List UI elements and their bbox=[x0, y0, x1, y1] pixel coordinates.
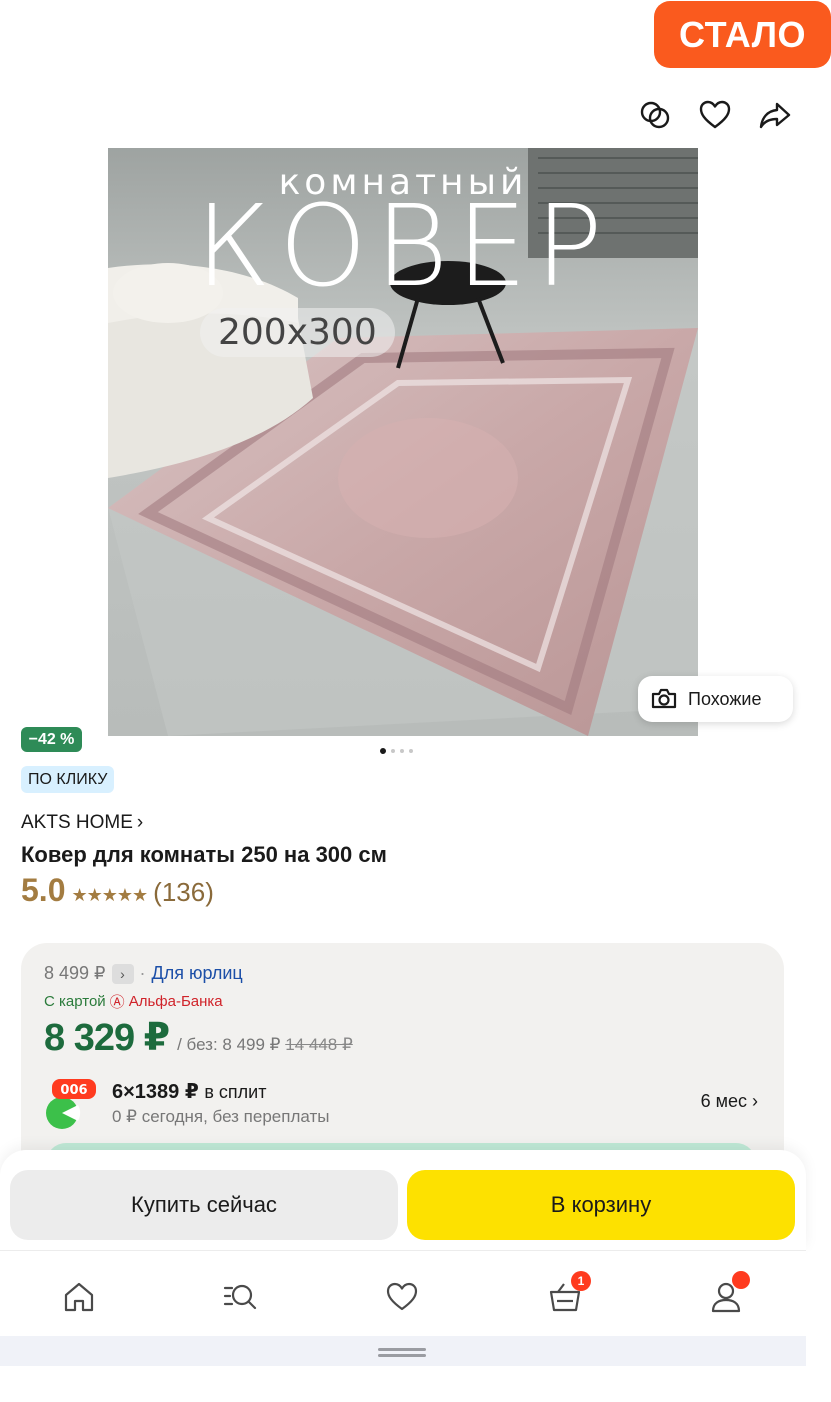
gallery-dot-active[interactable] bbox=[380, 748, 386, 754]
alfa-bank-icon: Ⓐ bbox=[109, 994, 125, 1011]
legal-entities-link[interactable]: Для юрлиц bbox=[152, 963, 243, 984]
status-badge-stalo: СТАЛО bbox=[654, 1, 831, 68]
split-months-selector[interactable]: 6 мес › bbox=[701, 1091, 758, 1112]
tab-catalog[interactable] bbox=[220, 1277, 260, 1317]
reviews-count[interactable]: (136) bbox=[153, 877, 214, 908]
bank-card-offer[interactable]: С картой Ⓐ Альфа-Банка bbox=[44, 991, 223, 1012]
price-line-1: 8 499 ₽ › · Для юрлиц bbox=[44, 963, 243, 984]
hero-size-label: 200x300 bbox=[200, 308, 395, 357]
regular-price: 8 499 ₽ bbox=[44, 963, 106, 983]
product-title: Ковер для комнаты 250 на 300 см bbox=[21, 842, 387, 867]
favorites-icon bbox=[386, 1282, 418, 1311]
brand-name: AKTS HOME bbox=[21, 812, 133, 833]
rating-row[interactable]: 5.0 ★★★★★ (136) bbox=[21, 872, 214, 909]
favorite-button[interactable] bbox=[696, 96, 734, 134]
hero-title: КОВЕР bbox=[195, 182, 611, 312]
chevron-right-icon: › bbox=[752, 1091, 758, 1111]
split-logo-icon: 006 bbox=[46, 1079, 96, 1129]
tab-cart[interactable]: 1 bbox=[545, 1271, 591, 1317]
bank-card-label: С картой bbox=[44, 993, 106, 1010]
gallery-pagination bbox=[380, 748, 413, 754]
split-subtitle: 0 ₽ сегодня, без переплаты bbox=[112, 1107, 330, 1126]
home-indicator-icon[interactable] bbox=[378, 1348, 426, 1357]
rating-value: 5.0 bbox=[21, 872, 66, 908]
split-badge-text: 006 bbox=[60, 1083, 87, 1098]
card-price: 8 329 ₽ bbox=[44, 1017, 170, 1059]
price-main-row: 8 329 ₽ / без: 8 499 ₽ 14 448 ₽ bbox=[44, 1015, 353, 1060]
compare-button[interactable] bbox=[636, 96, 674, 134]
chevron-right-icon: › bbox=[136, 812, 144, 833]
click-promo-badge: ПО КЛИКУ bbox=[21, 766, 115, 793]
crossed-price: 14 448 ₽ bbox=[285, 1035, 353, 1054]
add-to-cart-button[interactable]: В корзину bbox=[407, 1170, 795, 1240]
price-without-card: / без: 8 499 ₽ 14 448 ₽ bbox=[177, 1035, 353, 1055]
discount-badge: −42 % bbox=[21, 727, 82, 752]
product-actions bbox=[636, 96, 794, 134]
rating-stars-icon: ★★★★★ bbox=[71, 885, 148, 905]
similar-button-label: Похожие bbox=[688, 688, 762, 709]
share-icon bbox=[759, 102, 791, 129]
similar-button[interactable]: Похожие bbox=[638, 676, 793, 722]
home-icon bbox=[64, 1282, 94, 1312]
split-suffix: в сплит bbox=[204, 1082, 267, 1102]
gallery-dot[interactable] bbox=[391, 749, 395, 753]
gallery-dot[interactable] bbox=[409, 749, 413, 753]
split-payment: 6×1389 ₽ в сплит bbox=[112, 1079, 266, 1104]
tab-home[interactable] bbox=[59, 1277, 99, 1317]
purchase-actions-bar: Купить сейчас В корзину bbox=[0, 1150, 806, 1250]
product-image[interactable]: комнатный КОВЕР 200x300 bbox=[108, 148, 698, 736]
price-details-chevron-icon[interactable]: › bbox=[111, 963, 134, 984]
split-months-label: 6 мес bbox=[700, 1091, 747, 1111]
compare-icon bbox=[640, 101, 670, 129]
bank-name: Альфа-Банка bbox=[128, 993, 223, 1010]
share-button[interactable] bbox=[756, 96, 794, 134]
camera-search-icon bbox=[651, 688, 677, 709]
catalog-search-icon bbox=[223, 1284, 257, 1310]
tab-favorites[interactable] bbox=[382, 1277, 422, 1317]
split-installment-row[interactable]: 006 6×1389 ₽ в сплит 0 ₽ сегодня, без пе… bbox=[44, 1075, 764, 1135]
bottom-navigation: 1 bbox=[0, 1250, 806, 1336]
without-card-label: / без: 8 499 ₽ bbox=[177, 1035, 281, 1054]
system-gesture-bar bbox=[0, 1336, 806, 1366]
profile-notification-dot bbox=[732, 1271, 750, 1289]
tab-profile[interactable] bbox=[706, 1271, 750, 1317]
heart-icon bbox=[699, 100, 731, 129]
brand-link[interactable]: AKTS HOME › bbox=[21, 812, 143, 834]
gallery-dot[interactable] bbox=[400, 749, 404, 753]
buy-now-button[interactable]: Купить сейчас bbox=[10, 1170, 398, 1240]
split-amount: 6×1389 ₽ bbox=[112, 1081, 199, 1103]
separator-dot: · bbox=[139, 963, 146, 983]
cart-count-badge: 1 bbox=[571, 1271, 591, 1291]
